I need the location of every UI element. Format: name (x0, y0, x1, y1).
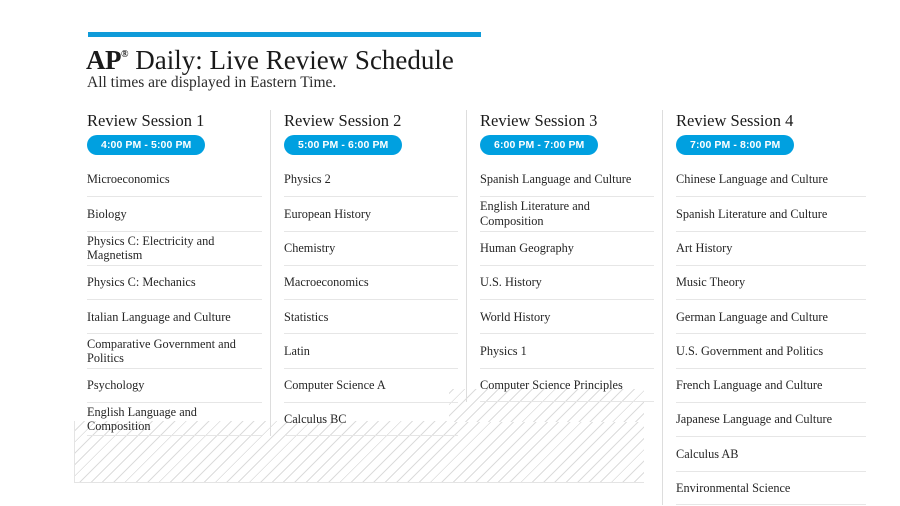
course-name: English Language and Composition (87, 404, 197, 434)
page-subtitle: All times are displayed in Eastern Time. (87, 74, 337, 91)
session-4-time-badge: 7:00 PM - 8:00 PM (676, 135, 795, 155)
session-4-heading: Review Session 4 (676, 111, 794, 130)
schedule-page: AP® Daily: Live Review Schedule All time… (0, 0, 900, 506)
course-name: Physics 2 (284, 171, 331, 186)
list-item[interactable]: Comparative Government and Politics (87, 333, 262, 367)
list-item[interactable]: Spanish Language and Culture (480, 162, 654, 196)
list-item[interactable]: Physics C: Mechanics (87, 264, 262, 299)
course-name: Macroeconomics (284, 275, 369, 290)
list-item[interactable]: English Literature and Composition (480, 196, 654, 230)
course-name: English Literature and Composition (480, 199, 590, 228)
list-item[interactable]: Physics 2 (284, 162, 458, 196)
list-item[interactable]: Spanish Literature and Culture (676, 196, 866, 230)
list-item[interactable]: French Language and Culture (676, 367, 866, 402)
session-1-course-list: Microeconomics Biology Physics C: Electr… (87, 162, 262, 437)
list-item[interactable]: Biology (87, 196, 262, 230)
list-item[interactable]: Human Geography (480, 230, 654, 265)
list-item[interactable]: Microeconomics (87, 162, 262, 196)
session-3-time-badge: 6:00 PM - 7:00 PM (480, 135, 599, 155)
course-name: German Language and Culture (676, 309, 828, 324)
course-name: Human Geography (480, 240, 574, 255)
course-name: Comparative Government and Politics (87, 336, 236, 366)
list-item[interactable]: World History (480, 299, 654, 333)
list-item[interactable]: Psychology (87, 367, 262, 402)
session-column-4: Review Session 4 7:00 PM - 8:00 PM Chine… (662, 110, 874, 505)
list-item[interactable]: Computer Science A (284, 367, 458, 402)
list-item[interactable]: Calculus BC (284, 402, 458, 437)
course-name: Calculus AB (676, 446, 739, 461)
list-item[interactable]: Chemistry (284, 230, 458, 265)
course-name: Computer Science A (284, 378, 386, 393)
list-item[interactable]: Italian Language and Culture (87, 299, 262, 333)
course-name: Biology (87, 206, 127, 221)
course-name: Physics C: Mechanics (87, 275, 196, 290)
registered-trademark-icon: ® (121, 49, 129, 60)
ap-wordmark: AP (86, 45, 122, 75)
list-item[interactable]: Latin (284, 333, 458, 367)
course-name: European History (284, 206, 372, 221)
list-item[interactable]: Macroeconomics (284, 264, 458, 299)
list-item[interactable]: Computer Science Principles (480, 367, 654, 403)
list-item[interactable]: Calculus AB (676, 436, 866, 470)
list-item[interactable]: Environmental Science (676, 470, 866, 505)
course-name: Calculus BC (284, 411, 347, 426)
list-item[interactable]: Physics C: Electricity and Magnetism (87, 230, 262, 265)
list-item[interactable]: Art History (676, 230, 866, 265)
list-item[interactable]: German Language and Culture (676, 299, 866, 333)
session-2-course-list: Physics 2 European History Chemistry Mac… (284, 162, 458, 437)
course-name: Physics 1 (480, 343, 527, 358)
course-name: Environmental Science (676, 480, 791, 495)
list-item[interactable]: Music Theory (676, 264, 866, 299)
course-name: French Language and Culture (676, 378, 823, 393)
course-name: Computer Science Principles (480, 377, 623, 392)
session-2-time-badge: 5:00 PM - 6:00 PM (284, 135, 403, 155)
course-name: Spanish Language and Culture (480, 171, 632, 186)
list-item[interactable]: European History (284, 196, 458, 230)
page-title-rest: Daily: Live Review Schedule (128, 45, 454, 75)
session-column-3: Review Session 3 6:00 PM - 7:00 PM Spani… (466, 110, 662, 505)
list-item[interactable]: U.S. History (480, 264, 654, 299)
page-title: AP® Daily: Live Review Schedule (86, 41, 454, 76)
list-item[interactable]: Japanese Language and Culture (676, 402, 866, 436)
list-item[interactable]: English Language and Composition (87, 402, 262, 437)
session-3-course-list: Spanish Language and Culture English Lit… (480, 162, 654, 403)
course-name: Chemistry (284, 240, 336, 255)
session-1-heading: Review Session 1 (87, 111, 205, 130)
list-item[interactable]: Chinese Language and Culture (676, 162, 866, 196)
session-column-2: Review Session 2 5:00 PM - 6:00 PM Physi… (270, 110, 466, 505)
course-name: Music Theory (676, 275, 746, 290)
course-name: Psychology (87, 378, 145, 393)
list-item[interactable]: Statistics (284, 299, 458, 333)
session-column-1: Review Session 1 4:00 PM - 5:00 PM Micro… (74, 110, 270, 505)
course-name: Statistics (284, 309, 329, 324)
schedule-columns: Review Session 1 4:00 PM - 5:00 PM Micro… (74, 110, 874, 505)
course-name: Microeconomics (87, 171, 170, 186)
course-name: U.S. Government and Politics (676, 343, 824, 358)
session-2-heading: Review Session 2 (284, 111, 402, 130)
course-name: Spanish Literature and Culture (676, 206, 828, 221)
session-1-time-badge: 4:00 PM - 5:00 PM (87, 135, 206, 155)
course-name: Japanese Language and Culture (676, 412, 833, 427)
course-name: Physics C: Electricity and Magnetism (87, 233, 215, 263)
accent-rule (88, 32, 481, 37)
course-name: U.S. History (480, 275, 542, 290)
session-4-course-list: Chinese Language and Culture Spanish Lit… (676, 162, 866, 505)
list-item[interactable]: U.S. Government and Politics (676, 333, 866, 367)
session-3-heading: Review Session 3 (480, 111, 598, 130)
course-name: Art History (676, 240, 733, 255)
course-name: Latin (284, 343, 310, 358)
list-item[interactable]: Physics 1 (480, 333, 654, 367)
course-name: Chinese Language and Culture (676, 171, 828, 186)
course-name: World History (480, 309, 551, 324)
course-name: Italian Language and Culture (87, 309, 231, 324)
